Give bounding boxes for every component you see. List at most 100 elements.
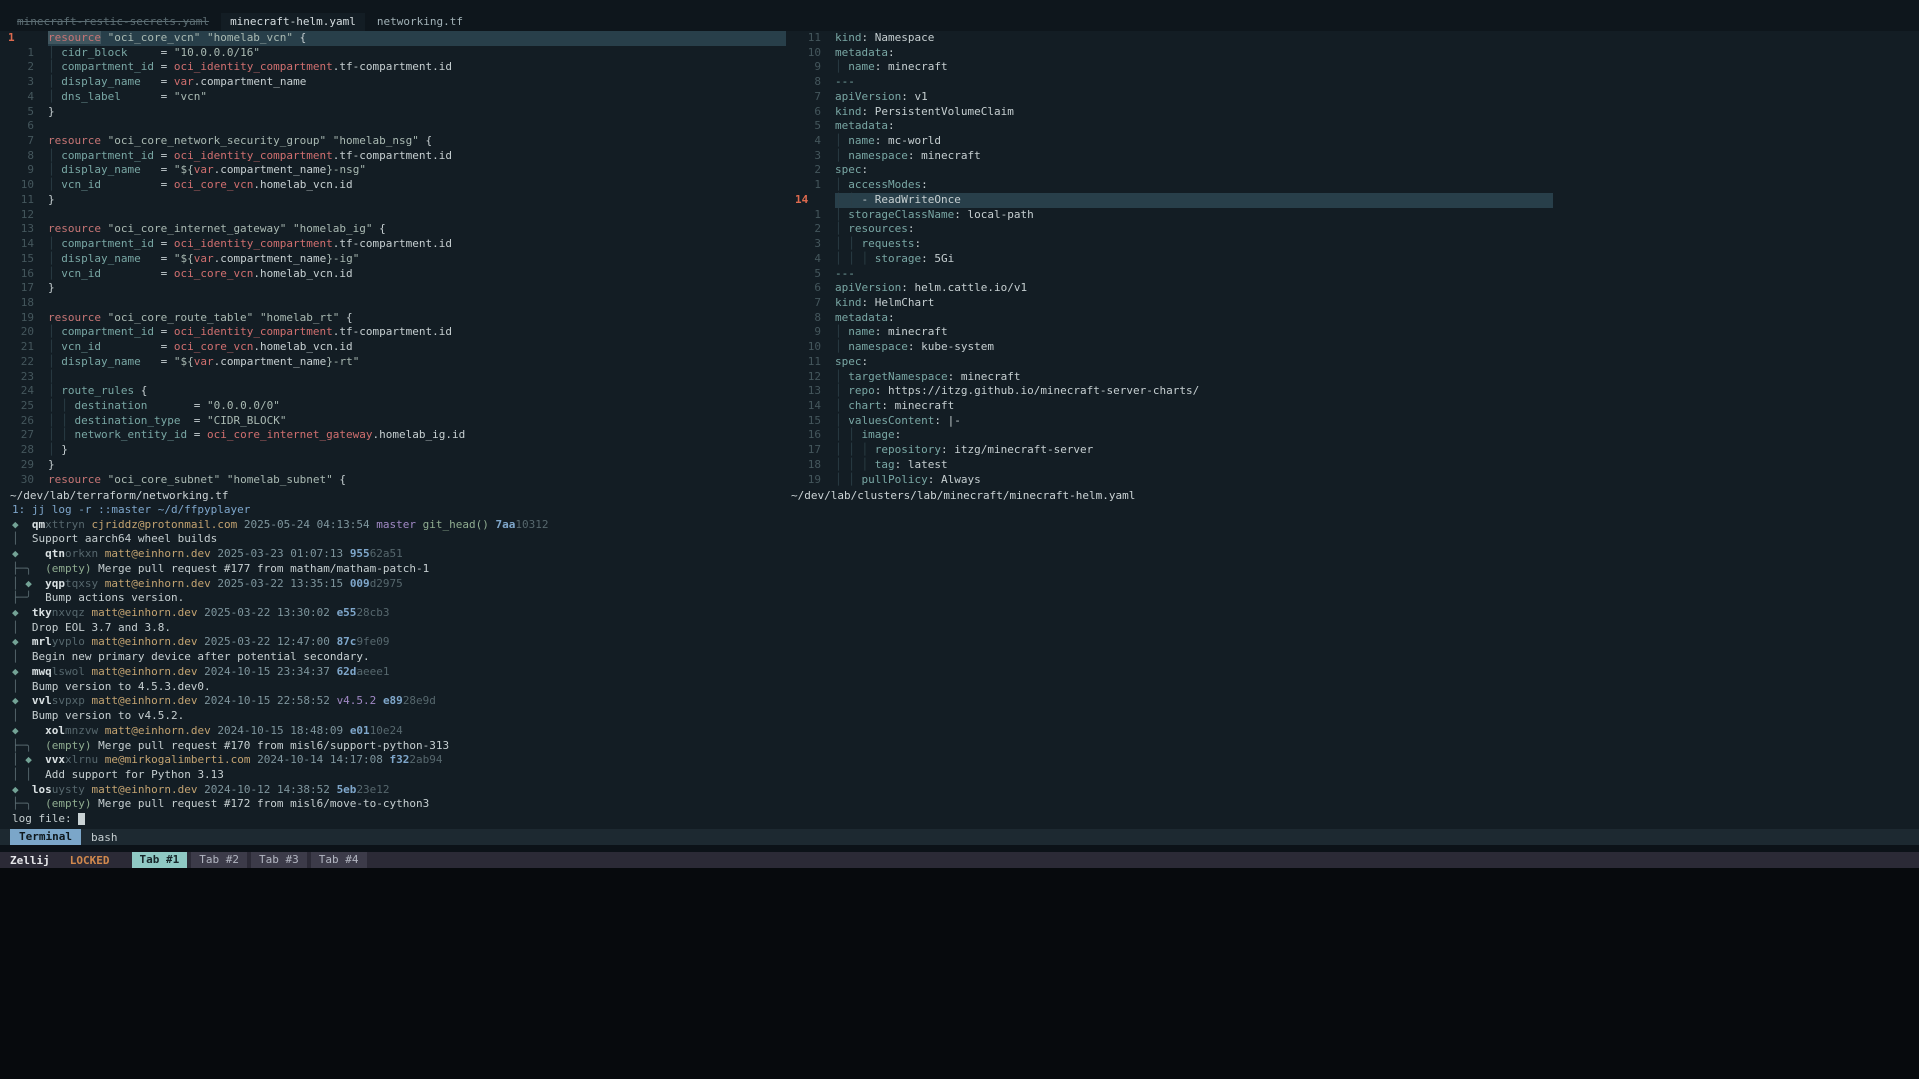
buffer-tab-minecraft-helm[interactable]: minecraft-helm.yaml — [221, 13, 365, 31]
code-line[interactable]: 2│ compartment_id = oci_identity_compart… — [8, 60, 786, 75]
jj-log-row: ◆ xolmnzvw matt@einhorn.dev 2024-10-15 1… — [12, 724, 1919, 739]
code-line[interactable]: 19resource "oci_core_route_table" "homel… — [8, 311, 786, 326]
code-line[interactable]: 6apiVersion: helm.cattle.io/v1 — [795, 281, 1553, 296]
zellij-tab-2[interactable]: Tab #2 — [191, 852, 247, 868]
code-text: │ compartment_id = oci_identity_compartm… — [48, 60, 786, 75]
code-line[interactable]: 15│ valuesContent: |- — [795, 414, 1553, 429]
code-line[interactable]: 4│ │ │ storage: 5Gi — [795, 252, 1553, 267]
zellij-statusbar: Zellij LOCKED Tab #1 Tab #2 Tab #3 Tab #… — [0, 852, 1919, 868]
jj-log-row: │ │ Add support for Python 3.13 — [12, 768, 1919, 783]
zellij-logo-label: Zellij — [10, 854, 50, 867]
terminal-pane[interactable]: 1: jj log -r ::master ~/d/ffpyplayer ◆ q… — [0, 503, 1919, 829]
buffer-tab-networking[interactable]: networking.tf — [368, 13, 472, 31]
code-line[interactable]: 2│ resources: — [795, 222, 1553, 237]
code-line[interactable]: 1│ accessModes: — [795, 178, 1553, 193]
code-line[interactable]: 8--- — [795, 75, 1553, 90]
editor-split-minecraft-helm[interactable]: 11kind: Namespace10metadata:9│ name: min… — [787, 31, 1553, 503]
code-line[interactable]: 9│ display_name = "${var.compartment_nam… — [8, 163, 786, 178]
code-line[interactable]: 16│ vcn_id = oci_core_vcn.homelab_vcn.id — [8, 267, 786, 282]
code-line[interactable]: 10│ vcn_id = oci_core_vcn.homelab_vcn.id — [8, 178, 786, 193]
line-number: 5 — [795, 119, 821, 134]
line-number: 8 — [795, 75, 821, 90]
code-line[interactable]: 5--- — [795, 267, 1553, 282]
code-line[interactable]: 30resource "oci_core_subnet" "homelab_su… — [8, 473, 786, 488]
code-line[interactable]: 25│ │ destination = "0.0.0.0/0" — [8, 399, 786, 414]
code-line[interactable]: 11kind: Namespace — [795, 31, 1553, 46]
code-line[interactable]: 17│ │ │ repository: itzg/minecraft-serve… — [795, 443, 1553, 458]
code-line[interactable]: 17} — [8, 281, 786, 296]
line-number: 18 — [795, 458, 821, 473]
code-line[interactable]: 9│ name: minecraft — [795, 60, 1553, 75]
code-line[interactable]: 3│ display_name = var.compartment_name — [8, 75, 786, 90]
code-line[interactable]: 18 — [8, 296, 786, 311]
zellij-tab-1[interactable]: Tab #1 — [132, 852, 188, 868]
code-line[interactable]: 27│ │ network_entity_id = oci_core_inter… — [8, 428, 786, 443]
code-line[interactable]: 3│ namespace: minecraft — [795, 149, 1553, 164]
code-line[interactable]: 11} — [8, 193, 786, 208]
code-line[interactable]: 24│ route_rules { — [8, 384, 786, 399]
code-line[interactable]: 10│ namespace: kube-system — [795, 340, 1553, 355]
code-line[interactable]: 1resource "oci_core_vcn" "homelab_vcn" { — [8, 31, 786, 46]
code-line[interactable]: 5} — [8, 105, 786, 120]
buffer-tab-minecraft-restic-secrets[interactable]: minecraft-restic-secrets.yaml — [8, 13, 218, 31]
code-line[interactable]: 6 — [8, 119, 786, 134]
code-line[interactable]: 4│ dns_label = "vcn" — [8, 90, 786, 105]
code-line[interactable]: 1│ cidr_block = "10.0.0.0/16" — [8, 46, 786, 61]
code-line[interactable]: 16│ │ image: — [795, 428, 1553, 443]
code-text: │ cidr_block = "10.0.0.0/16" — [48, 46, 786, 61]
code-line[interactable]: 21│ vcn_id = oci_core_vcn.homelab_vcn.id — [8, 340, 786, 355]
code-line[interactable]: 8metadata: — [795, 311, 1553, 326]
code-line[interactable]: 11spec: — [795, 355, 1553, 370]
code-text: │ display_name = "${var.compartment_name… — [48, 163, 786, 178]
code-text: │ │ - ReadWriteOnce — [835, 193, 1553, 208]
code-line[interactable]: 10metadata: — [795, 46, 1553, 61]
line-number: 29 — [8, 458, 34, 473]
code-line[interactable]: 4│ name: mc-world — [795, 134, 1553, 149]
code-line[interactable]: 14│ │ - ReadWriteOnce — [795, 193, 1553, 208]
code-line[interactable]: 6kind: PersistentVolumeClaim — [795, 105, 1553, 120]
code-line[interactable]: 28│ } — [8, 443, 786, 458]
code-line[interactable]: 3│ │ requests: — [795, 237, 1553, 252]
code-line[interactable]: 15│ display_name = "${var.compartment_na… — [8, 252, 786, 267]
code-line[interactable]: 13│ repo: https://itzg.github.io/minecra… — [795, 384, 1553, 399]
line-number: 20 — [8, 325, 34, 340]
code-line[interactable]: 26│ │ destination_type = "CIDR_BLOCK" — [8, 414, 786, 429]
code-text: resource "oci_core_subnet" "homelab_subn… — [48, 473, 786, 488]
code-line[interactable]: 14│ chart: minecraft — [795, 399, 1553, 414]
code-line[interactable]: 1│ storageClassName: local-path — [795, 208, 1553, 223]
code-line[interactable]: 13resource "oci_core_internet_gateway" "… — [8, 222, 786, 237]
code-line[interactable]: 12│ targetNamespace: minecraft — [795, 370, 1553, 385]
code-text: │ │ pullPolicy: Always — [835, 473, 1553, 488]
code-text: │ targetNamespace: minecraft — [835, 370, 1553, 385]
code-text: │ │ network_entity_id = oci_core_interne… — [48, 428, 786, 443]
line-number: 4 — [8, 90, 34, 105]
editor-split-networking[interactable]: 1resource "oci_core_vcn" "homelab_vcn" {… — [0, 31, 786, 503]
code-text: apiVersion: v1 — [835, 90, 1553, 105]
code-line[interactable]: 8│ compartment_id = oci_identity_compart… — [8, 149, 786, 164]
code-line[interactable]: 23│ — [8, 370, 786, 385]
code-line[interactable]: 29} — [8, 458, 786, 473]
code-line[interactable]: 19│ │ pullPolicy: Always — [795, 473, 1553, 488]
code-text: │ compartment_id = oci_identity_compartm… — [48, 149, 786, 164]
line-number: 11 — [795, 31, 821, 46]
code-line[interactable]: 18│ │ │ tag: latest — [795, 458, 1553, 473]
shell-prompt-line[interactable]: log file: — [12, 812, 1919, 827]
line-number: 1 — [795, 208, 821, 223]
code-line[interactable]: 9│ name: minecraft — [795, 325, 1553, 340]
code-line[interactable]: 22│ display_name = "${var.compartment_na… — [8, 355, 786, 370]
terminal-mode-chip: Terminal — [10, 829, 81, 845]
code-line[interactable]: 14│ compartment_id = oci_identity_compar… — [8, 237, 786, 252]
code-line[interactable]: 2spec: — [795, 163, 1553, 178]
code-line[interactable]: 12 — [8, 208, 786, 223]
jj-log-row: ◆ qmxttryn cjriddz@protonmail.com 2025-0… — [12, 518, 1919, 533]
code-line[interactable]: 7kind: HelmChart — [795, 296, 1553, 311]
code-line[interactable]: 7resource "oci_core_network_security_gro… — [8, 134, 786, 149]
line-number: 5 — [8, 105, 34, 120]
code-line[interactable]: 7apiVersion: v1 — [795, 90, 1553, 105]
code-line[interactable]: 20│ compartment_id = oci_identity_compar… — [8, 325, 786, 340]
line-number: 18 — [8, 296, 34, 311]
line-number: 21 — [8, 340, 34, 355]
zellij-tab-4[interactable]: Tab #4 — [311, 852, 367, 868]
zellij-tab-3[interactable]: Tab #3 — [251, 852, 307, 868]
code-line[interactable]: 5metadata: — [795, 119, 1553, 134]
